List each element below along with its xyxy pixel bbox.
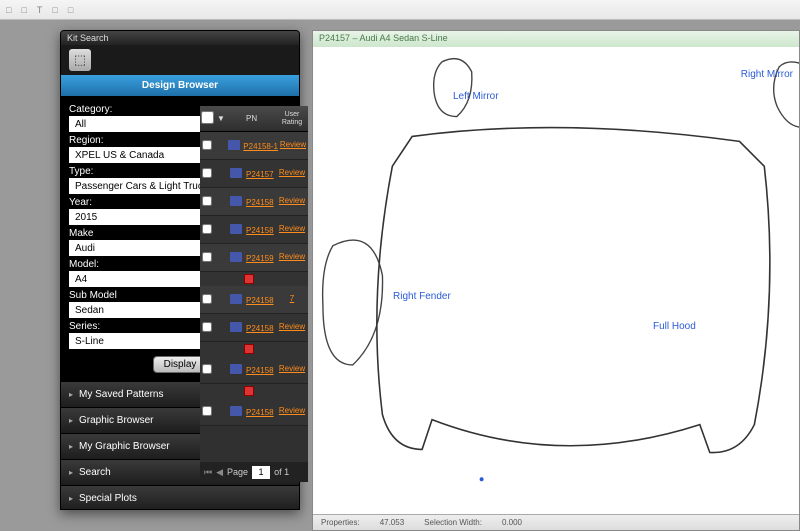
row-checkbox[interactable]: [202, 196, 212, 206]
pn-link[interactable]: P24157: [246, 170, 274, 179]
row-checkbox[interactable]: [202, 364, 212, 374]
row-checkbox[interactable]: [202, 294, 212, 304]
status-selection-label: Selection Width:: [424, 518, 482, 527]
pager-prev-icon[interactable]: ◀: [216, 467, 223, 478]
table-row[interactable]: P24158 Review: [200, 216, 308, 244]
warning-icon: [244, 386, 254, 396]
table-row[interactable]: P24157 Review: [200, 160, 308, 188]
pattern-thumb-icon[interactable]: [230, 252, 242, 262]
design-viewport: P24157 – Audi A4 Sedan S-Line Left Mirro…: [312, 30, 800, 531]
toolbar-icon[interactable]: □: [21, 5, 26, 15]
pattern-canvas[interactable]: [313, 47, 799, 514]
select-all-checkbox[interactable]: [201, 111, 214, 124]
toolbar-icon[interactable]: □: [68, 5, 73, 15]
table-row[interactable]: P24158 Review: [200, 356, 308, 384]
toolbar-icon[interactable]: T: [37, 5, 43, 15]
pager-first-icon[interactable]: ⏮: [204, 467, 212, 478]
rating-link[interactable]: Review: [279, 196, 305, 205]
results-header: ▼ PN User Rating: [200, 106, 308, 132]
results-grid: ▼ PN User Rating P24158-1ReviewP24157Rev…: [200, 106, 308, 482]
results-rows: P24158-1ReviewP24157ReviewP24158ReviewP2…: [200, 132, 308, 426]
pattern-thumb-icon[interactable]: [230, 196, 242, 206]
label-left-mirror: Left Mirror: [453, 91, 499, 102]
label-right-fender: Right Fender: [393, 291, 451, 302]
row-checkbox[interactable]: [202, 224, 212, 234]
row-checkbox[interactable]: [202, 140, 212, 150]
row-checkbox[interactable]: [202, 168, 212, 178]
col-check-header[interactable]: [200, 111, 214, 126]
rating-link[interactable]: Review: [279, 322, 305, 331]
row-checkbox[interactable]: [202, 322, 212, 332]
home-row: ⬚: [61, 45, 299, 75]
label-right-mirror: Right Mirror: [741, 69, 793, 80]
pn-link[interactable]: P24158: [246, 324, 274, 333]
pattern-thumb-icon[interactable]: [230, 168, 242, 178]
row-extra: [200, 342, 308, 356]
rating-link[interactable]: Review: [280, 140, 306, 149]
pn-link[interactable]: P24159: [246, 254, 274, 263]
toolbar-icon[interactable]: □: [6, 5, 11, 15]
table-row[interactable]: P24159 Review: [200, 244, 308, 272]
pn-link[interactable]: P24158-1: [243, 142, 278, 151]
table-row[interactable]: P24158 7: [200, 286, 308, 314]
warning-icon: [244, 344, 254, 354]
row-extra: [200, 384, 308, 398]
status-properties-label: Properties:: [321, 518, 360, 527]
table-row[interactable]: P24158 Review: [200, 398, 308, 426]
table-row[interactable]: P24158 Review: [200, 314, 308, 342]
col-rating-header[interactable]: User Rating: [276, 111, 308, 126]
col-sort-header[interactable]: ▼: [214, 114, 228, 123]
warning-icon: [244, 274, 254, 284]
table-row[interactable]: P24158 Review: [200, 188, 308, 216]
pager-total: of 1: [274, 467, 289, 477]
pattern-thumb-icon[interactable]: [230, 294, 242, 304]
label-full-hood: Full Hood: [653, 321, 696, 332]
pn-link[interactable]: P24158: [246, 366, 274, 375]
table-row[interactable]: P24158-1Review: [200, 132, 308, 160]
status-size-value: 47.053: [380, 518, 404, 527]
nav-special-plots[interactable]: Special Plots: [61, 485, 299, 510]
rating-link[interactable]: Review: [279, 224, 305, 233]
design-browser-tab[interactable]: Design Browser: [61, 75, 299, 96]
app-toolbar: □ □ T □ □: [0, 0, 800, 20]
toolbar-icon[interactable]: □: [52, 5, 57, 15]
pattern-thumb-icon[interactable]: [228, 140, 240, 150]
status-bar: Properties: 47.053 Selection Width: 0.00…: [313, 514, 799, 530]
home-icon[interactable]: ⬚: [69, 49, 91, 71]
row-checkbox[interactable]: [202, 406, 212, 416]
pager: ⏮ ◀ Page of 1: [200, 462, 308, 482]
pn-link[interactable]: P24158: [246, 296, 274, 305]
col-pn-header[interactable]: PN: [244, 114, 276, 123]
pn-link[interactable]: P24158: [246, 226, 274, 235]
rating-link[interactable]: Review: [279, 406, 305, 415]
pn-link[interactable]: P24158: [246, 408, 274, 417]
status-selection-value: 0.000: [502, 518, 522, 527]
viewport-title: P24157 – Audi A4 Sedan S-Line: [313, 31, 799, 47]
pattern-thumb-icon[interactable]: [230, 322, 242, 332]
rating-link[interactable]: Review: [279, 364, 305, 373]
pattern-thumb-icon[interactable]: [230, 364, 242, 374]
pager-page-input[interactable]: [252, 466, 270, 479]
panel-title: Kit Search: [61, 31, 299, 45]
row-checkbox[interactable]: [202, 252, 212, 262]
pattern-thumb-icon[interactable]: [230, 406, 242, 416]
rating-link[interactable]: Review: [279, 252, 305, 261]
row-extra: [200, 272, 308, 286]
pn-link[interactable]: P24158: [246, 198, 274, 207]
pager-page-label: Page: [227, 467, 248, 477]
rating-link[interactable]: 7: [290, 294, 294, 303]
rating-link[interactable]: Review: [279, 168, 305, 177]
pattern-thumb-icon[interactable]: [230, 224, 242, 234]
